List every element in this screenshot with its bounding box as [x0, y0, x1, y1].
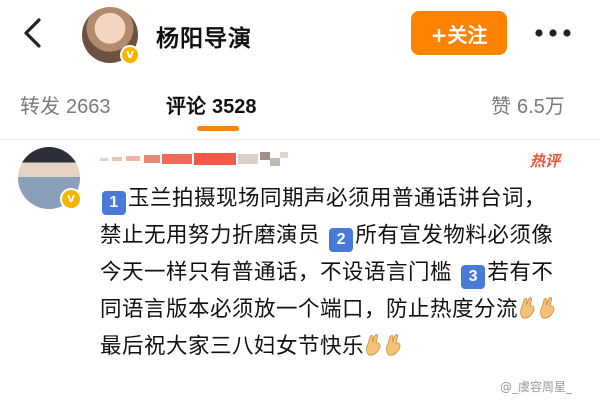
fingers-crossed-emoji-icon [520, 297, 535, 319]
tab-repost-count: 2663 [66, 96, 111, 118]
author-name[interactable]: 杨阳导演 [156, 19, 252, 53]
verified-badge-icon: V [60, 188, 82, 210]
profile-header: V 杨阳导演 +关注 [0, 0, 600, 68]
tab-repost[interactable]: 转发 2663 [20, 90, 111, 119]
tab-comment-label: 评论 [166, 94, 206, 118]
verified-badge-icon: V [120, 45, 140, 65]
hot-comment-badge: 热评 [530, 152, 561, 170]
author-avatar[interactable]: V [82, 7, 140, 65]
number-2-badge: 2 [329, 228, 354, 252]
number-3-badge: 3 [461, 265, 486, 289]
number-1-badge: 1 [102, 191, 126, 215]
tab-like[interactable]: 赞 6.5万 [491, 90, 565, 119]
tab-comment-count: 3528 [212, 96, 257, 118]
interaction-tabs: 转发 2663 评论 3528 赞 6.5万 [0, 68, 600, 140]
comment-text: 1 玉兰拍摄现场同期声必须用普通话讲台词，禁止无用努力折磨演员 2 所有宣发物料必须… [100, 180, 562, 365]
tab-repost-label: 转发 [20, 94, 60, 118]
commenter-name-redacted [100, 152, 288, 166]
tab-like-label: 赞 [491, 94, 511, 118]
tab-comment[interactable]: 评论 3528 [166, 90, 257, 119]
follow-button[interactable]: +关注 [411, 11, 507, 55]
more-options-icon[interactable] [531, 18, 575, 48]
fingers-crossed-emoji-icon [386, 334, 401, 356]
fingers-crossed-emoji-icon [366, 334, 381, 356]
watermark: @_虞容周星_ [500, 380, 573, 394]
commenter-avatar[interactable]: V [18, 147, 82, 210]
comment-closing: 最后祝大家三八妇女节快乐 [100, 334, 365, 359]
tab-like-count: 6.5万 [517, 96, 565, 118]
back-arrow-icon[interactable] [14, 14, 52, 52]
active-tab-indicator [197, 126, 239, 131]
fingers-crossed-emoji-icon [540, 297, 555, 319]
